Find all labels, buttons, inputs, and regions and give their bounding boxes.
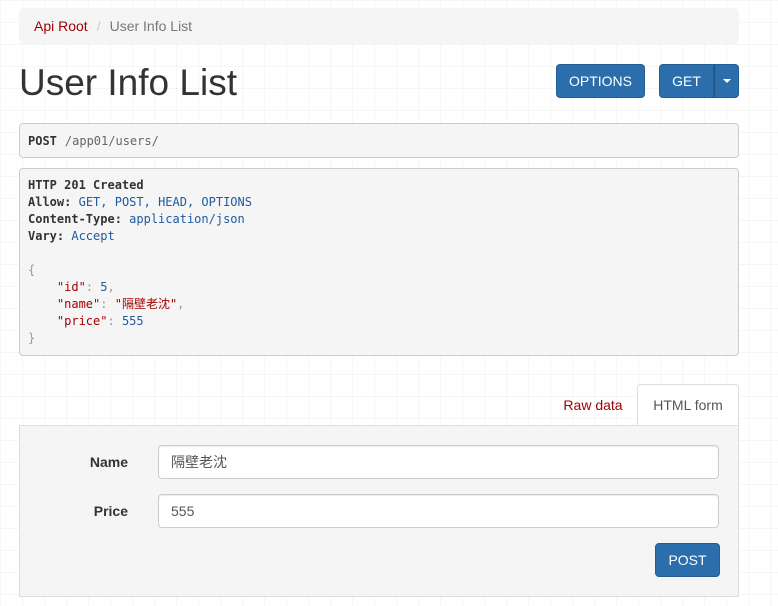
price-label: Price: [93, 503, 128, 519]
json-value-name: "隔壁老沈": [114, 297, 178, 311]
tab-raw-data[interactable]: Raw data: [549, 384, 637, 426]
response-header-key: Allow:: [28, 195, 72, 209]
json-close-brace: }: [28, 331, 36, 345]
get-button[interactable]: GET: [659, 64, 714, 98]
breadcrumb-current: User Info List: [109, 18, 193, 34]
name-label: Name: [89, 454, 128, 470]
request-method: POST: [28, 133, 57, 148]
breadcrumb-api-root-link[interactable]: Api Root: [34, 18, 88, 34]
breadcrumb: Api Root / User Info List: [19, 8, 739, 44]
response-header-key: Vary:: [28, 229, 65, 243]
html-form-panel: Name Price POST: [19, 425, 739, 597]
json-value-price: 555: [121, 314, 144, 328]
caret-down-icon: [722, 79, 731, 83]
get-format-dropdown-toggle[interactable]: [714, 64, 739, 98]
content-tabs: Raw data HTML form: [19, 384, 739, 426]
tab-html-form[interactable]: HTML form: [637, 384, 739, 426]
request-info: POST /app01/users/: [19, 123, 739, 158]
response-header-value: application/json: [129, 212, 245, 226]
json-open-brace: {: [28, 263, 36, 277]
response-header-key: Content-Type:: [28, 212, 122, 226]
get-button-group: GET: [659, 64, 739, 98]
name-input[interactable]: [158, 445, 719, 479]
request-path: /app01/users/: [64, 133, 159, 148]
page-title: User Info List: [19, 62, 237, 103]
response-header-value: Accept: [71, 229, 115, 243]
options-button[interactable]: OPTIONS: [556, 64, 645, 98]
breadcrumb-separator: /: [96, 18, 101, 34]
response-info: HTTP 201 Created Allow: GET, POST, HEAD,…: [19, 168, 739, 356]
post-submit-button[interactable]: POST: [655, 543, 720, 577]
response-status: HTTP 201 Created: [28, 178, 144, 192]
price-input[interactable]: [158, 494, 719, 528]
json-value-id: 5: [100, 280, 108, 294]
response-header-value: GET, POST, HEAD, OPTIONS: [78, 195, 252, 209]
json-key-name: "name": [56, 297, 101, 311]
json-key-id: "id": [56, 280, 86, 294]
json-key-price: "price": [56, 314, 108, 328]
